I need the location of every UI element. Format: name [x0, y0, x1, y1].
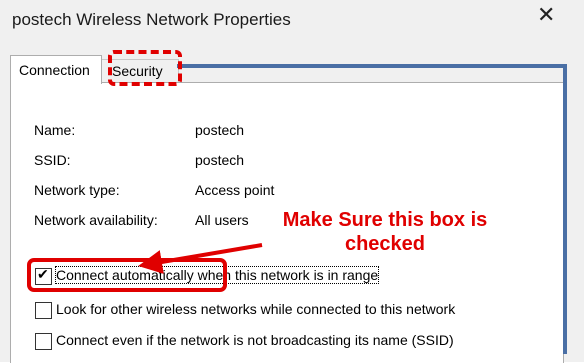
tab-connection[interactable]: Connection [10, 55, 102, 84]
annotation-arrow-line [138, 243, 263, 274]
tab-connection-label: Connection [19, 62, 90, 78]
